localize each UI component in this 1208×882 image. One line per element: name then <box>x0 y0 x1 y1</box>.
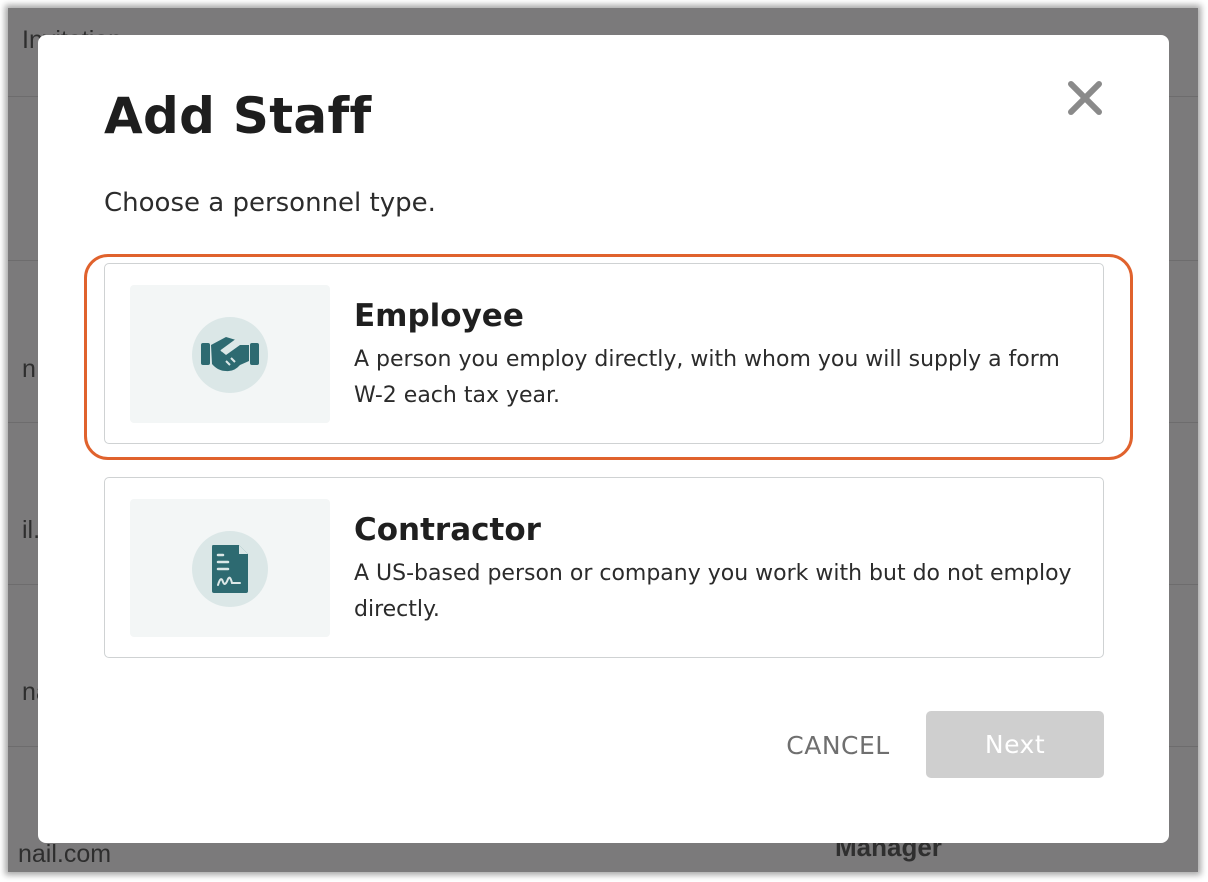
signed-document-icon <box>212 545 248 593</box>
option-contractor[interactable]: Contractor A US-based person or company … <box>104 477 1104 658</box>
dialog-subtitle: Choose a personnel type. <box>104 188 436 218</box>
next-button[interactable]: Next <box>926 711 1104 778</box>
option-image <box>130 499 330 637</box>
cancel-button[interactable]: CANCEL <box>773 712 903 778</box>
bg-email-text: nail.com <box>18 840 112 868</box>
add-staff-dialog: Add Staff Choose a personnel type. Emplo… <box>38 35 1169 843</box>
bg-text: n <box>22 355 36 383</box>
close-icon <box>1068 81 1102 115</box>
option-employee[interactable]: Employee A person you employ directly, w… <box>104 263 1104 444</box>
option-image <box>130 285 330 423</box>
option-title: Employee <box>354 298 524 334</box>
handshake-icon <box>201 337 259 372</box>
dialog-title: Add Staff <box>104 87 372 145</box>
option-title: Contractor <box>354 512 541 548</box>
option-description: A US-based person or company you work wi… <box>354 561 1072 622</box>
close-button[interactable] <box>1060 73 1110 123</box>
option-description: A person you employ directly, with whom … <box>354 347 1060 408</box>
